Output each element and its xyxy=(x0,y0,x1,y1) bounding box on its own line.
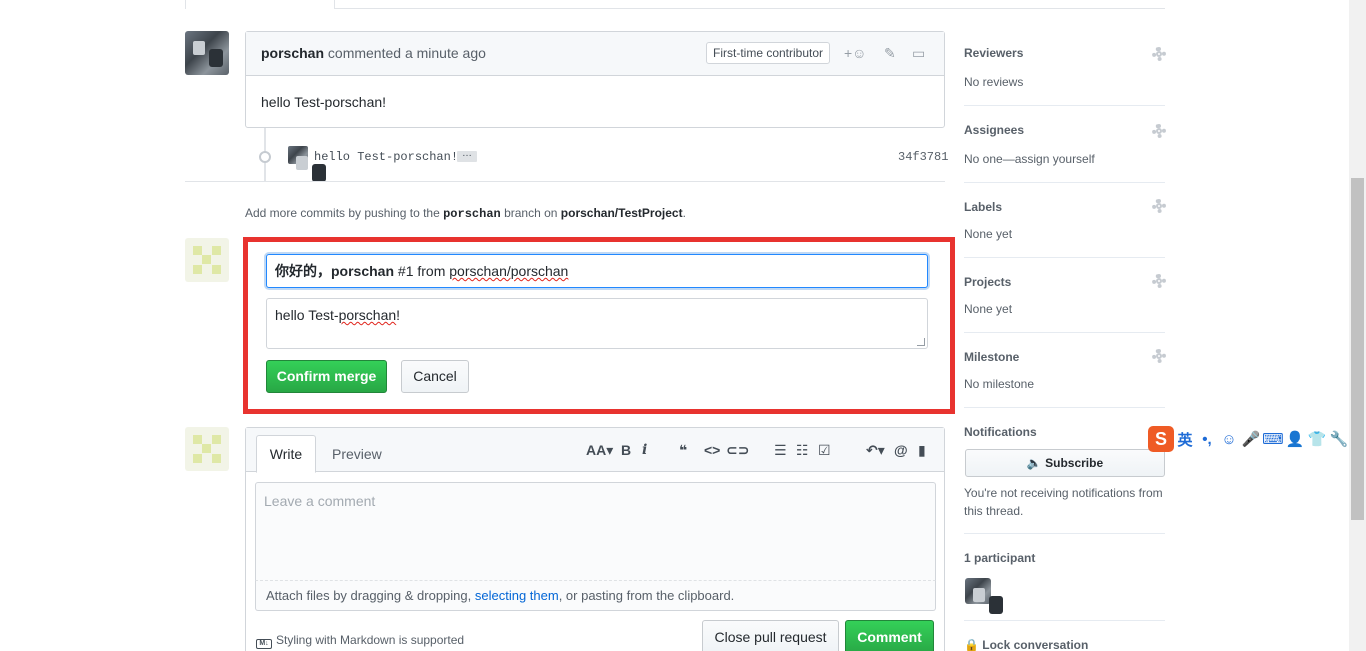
comment-body: hello Test-porschan! xyxy=(261,94,387,110)
sidebar-reviewers: Reviewers No reviews xyxy=(964,40,1166,106)
projects-value: None yet xyxy=(964,302,1013,316)
report-icon[interactable]: ▭ xyxy=(912,45,925,62)
sidebar-projects: Projects None yet xyxy=(964,269,1166,333)
reply-icon[interactable]: ↶▾ xyxy=(866,442,885,459)
participants-title: 1 participant xyxy=(964,551,1036,565)
subscribe-button[interactable]: 🔈 Subscribe xyxy=(965,449,1165,477)
ime-keyboard-icon[interactable]: ⌨ xyxy=(1262,430,1284,448)
ime-language-toggle[interactable]: 英 xyxy=(1174,429,1196,450)
gear-icon[interactable] xyxy=(1152,124,1166,138)
milestone-value: No milestone xyxy=(964,377,1035,391)
saved-reply-icon[interactable]: ▮ xyxy=(918,442,926,459)
commit-author-avatar[interactable] xyxy=(288,146,326,182)
gear-icon[interactable] xyxy=(1152,47,1166,61)
commit-expand-button[interactable]: … xyxy=(457,149,477,162)
attach-files-bar[interactable]: Attach files by dragging & dropping, sel… xyxy=(255,580,936,611)
italic-icon[interactable]: i xyxy=(642,442,647,458)
scrollbar-thumb[interactable] xyxy=(1351,178,1364,520)
avatar[interactable] xyxy=(185,31,229,75)
tab-write[interactable]: Write xyxy=(256,435,316,473)
markdown-note[interactable]: M↓ Styling with Markdown is supported xyxy=(256,633,464,649)
ime-emoji-icon[interactable]: ☺ xyxy=(1218,431,1240,448)
repo-name: porschan/TestProject xyxy=(560,206,683,220)
divider xyxy=(964,533,1165,534)
add-reaction-icon[interactable]: +☺ xyxy=(844,45,866,61)
reviewers-value: No reviews xyxy=(964,75,1024,89)
ordered-list-icon[interactable]: ☷ xyxy=(796,442,809,459)
notifications-note: You're not receiving notifications from … xyxy=(964,486,1163,518)
branch-name: porschan xyxy=(443,207,501,221)
comment-editor-header: Write Preview AA▾ B i ❝ <> ⊂⊃ ☰ ☷ ☑ ↶▾ @… xyxy=(246,428,944,473)
close-pull-request-button[interactable]: Close pull request xyxy=(702,620,839,651)
sidebar-assignees: Assignees No one—assign yourself xyxy=(964,117,1166,183)
tab-preview[interactable]: Preview xyxy=(332,446,382,462)
quote-icon[interactable]: ❝ xyxy=(679,442,687,459)
code-icon[interactable]: <> xyxy=(704,442,720,458)
bold-icon[interactable]: B xyxy=(621,442,631,458)
ime-skin-icon[interactable]: 👕 xyxy=(1306,430,1328,448)
comment-button[interactable]: Comment xyxy=(845,620,934,651)
comment-timestamp[interactable]: commented a minute ago xyxy=(328,45,486,61)
first-time-contributor-badge: First-time contributor xyxy=(706,42,831,64)
ime-punctuation-icon[interactable]: •, xyxy=(1196,431,1218,448)
ime-toolbar[interactable]: S 英 •, ☺ 🎤 ⌨ 👤 👕 🔧 xyxy=(1148,426,1358,452)
participant-avatar[interactable] xyxy=(965,578,1003,614)
heading-icon[interactable]: AA▾ xyxy=(586,442,613,459)
sogou-logo-icon[interactable]: S xyxy=(1148,426,1174,452)
labels-title[interactable]: Labels xyxy=(964,200,1002,214)
assignees-title[interactable]: Assignees xyxy=(964,123,1024,137)
milestone-title[interactable]: Milestone xyxy=(964,350,1019,364)
task-list-icon[interactable]: ☑ xyxy=(818,442,831,459)
commit-message[interactable]: hello Test-porschan! xyxy=(314,150,458,164)
divider xyxy=(185,181,945,182)
mention-icon[interactable]: @ xyxy=(894,442,908,458)
avatar[interactable] xyxy=(185,238,229,282)
comment-box: porschan commented a minute ago First-ti… xyxy=(245,31,945,128)
markdown-icon: M↓ xyxy=(256,639,272,649)
resize-handle[interactable] xyxy=(917,338,925,346)
ime-user-icon[interactable]: 👤 xyxy=(1284,430,1306,448)
new-comment-box: Write Preview AA▾ B i ❝ <> ⊂⊃ ☰ ☷ ☑ ↶▾ @… xyxy=(245,427,945,651)
selecting-them-link[interactable]: selecting them xyxy=(475,588,559,603)
ime-voice-icon[interactable]: 🎤 xyxy=(1240,430,1262,448)
sidebar-labels: Labels None yet xyxy=(964,194,1166,258)
cancel-button[interactable]: Cancel xyxy=(401,360,469,393)
gear-icon[interactable] xyxy=(1152,349,1166,363)
link-icon[interactable]: ⊂⊃ xyxy=(726,442,749,459)
sidebar-milestone: Milestone No milestone xyxy=(964,344,1166,408)
assignees-value[interactable]: No one—assign yourself xyxy=(964,152,1095,166)
unordered-list-icon[interactable]: ☰ xyxy=(774,442,787,459)
gear-icon[interactable] xyxy=(1152,274,1166,288)
gear-icon[interactable] xyxy=(1152,199,1166,213)
comment-author-line: porschan commented a minute ago xyxy=(261,45,486,61)
pencil-icon[interactable]: ✎ xyxy=(884,45,896,62)
lock-conversation-link[interactable]: 🔒 Lock conversation xyxy=(964,638,1088,651)
push-commits-note: Add more commits by pushing to the porsc… xyxy=(245,206,686,221)
confirm-merge-button[interactable]: Confirm merge xyxy=(266,360,387,393)
merge-message-textarea[interactable]: hello Test-porschan! xyxy=(266,298,928,349)
ime-tools-icon[interactable]: 🔧 xyxy=(1328,430,1350,448)
comment-author[interactable]: porschan xyxy=(261,45,324,61)
comment-header: porschan commented a minute ago First-ti… xyxy=(246,32,944,76)
projects-title[interactable]: Projects xyxy=(964,275,1011,289)
commit-icon xyxy=(259,151,271,163)
divider xyxy=(964,620,1165,621)
avatar[interactable] xyxy=(185,427,229,471)
tab-bar-edge xyxy=(185,0,1165,9)
reviewers-title[interactable]: Reviewers xyxy=(964,46,1023,60)
notifications-title: Notifications xyxy=(964,425,1037,439)
merge-title-input[interactable]: 你好的，porschan #1 from porschan/porschan xyxy=(266,254,928,288)
commit-sha[interactable]: 34f3781 xyxy=(898,150,948,164)
labels-value: None yet xyxy=(964,227,1013,241)
comment-textarea[interactable]: Leave a comment xyxy=(255,482,936,580)
